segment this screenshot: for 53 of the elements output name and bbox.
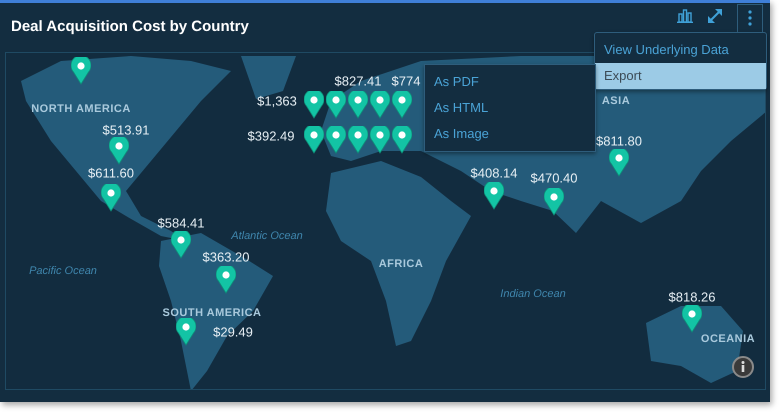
- map-pin-icon[interactable]: [71, 57, 91, 85]
- map-pin-icon[interactable]: [304, 126, 324, 154]
- expand-icon[interactable]: [707, 8, 723, 24]
- value-label: $818.26: [668, 290, 716, 304]
- value-label: $774: [392, 74, 420, 88]
- map-pin-icon[interactable]: [392, 91, 412, 119]
- map-pin-icon[interactable]: [682, 305, 702, 333]
- value-label: $827.41: [334, 74, 382, 88]
- map-pin-icon[interactable]: [609, 149, 629, 177]
- map-pin-icon[interactable]: [326, 126, 346, 154]
- ocean-label: Indian Ocean: [500, 288, 566, 300]
- map-pin-icon[interactable]: [370, 126, 390, 154]
- ocean-label: Pacific Ocean: [29, 265, 97, 277]
- value-label: $363.20: [202, 250, 250, 264]
- map-pin-icon[interactable]: [392, 126, 412, 154]
- value-label: $1,363: [257, 94, 297, 108]
- continent-label: SOUTH AMERICA: [162, 307, 262, 319]
- bar-chart-icon[interactable]: [677, 8, 693, 22]
- map-pin-icon[interactable]: [216, 266, 236, 294]
- value-label: $392.49: [248, 128, 294, 144]
- value-label: $29.49: [213, 324, 253, 340]
- map-pin-icon[interactable]: [370, 91, 390, 119]
- widget-title: Deal Acquisition Cost by Country: [11, 18, 250, 35]
- value-label: $584.41: [158, 216, 204, 230]
- menu-item[interactable]: As HTML: [425, 95, 595, 121]
- map-pin-icon[interactable]: [348, 91, 368, 119]
- value-label: $408.14: [470, 166, 518, 180]
- value-label: $811.80: [596, 134, 642, 148]
- more-options-button[interactable]: [737, 4, 763, 32]
- continent-label: ASIA: [602, 95, 630, 107]
- map-pin-icon[interactable]: [101, 184, 121, 212]
- value-label: $513.91: [102, 122, 150, 138]
- continent-label: OCEANIA: [700, 333, 756, 345]
- map-pin-icon[interactable]: [326, 91, 346, 119]
- kebab-icon: [748, 10, 752, 26]
- map-pin-icon[interactable]: [304, 91, 324, 119]
- menu-item[interactable]: As PDF: [425, 69, 595, 95]
- map-pin-icon[interactable]: [171, 231, 191, 259]
- value-label: $611.60: [88, 166, 134, 180]
- info-button[interactable]: [731, 355, 755, 379]
- map-pin-icon[interactable]: [109, 137, 129, 165]
- menu-item[interactable]: View Underlying Data: [595, 37, 766, 63]
- value-label: $470.40: [530, 170, 578, 186]
- continent-label: NORTH AMERICA: [31, 103, 131, 115]
- ocean-label: Atlantic Ocean: [231, 230, 303, 242]
- map-pin-icon[interactable]: [176, 318, 196, 346]
- menu-item[interactable]: Export: [595, 63, 766, 89]
- menu-item[interactable]: As Image: [425, 121, 595, 147]
- info-icon: [732, 356, 754, 378]
- map-pin-icon[interactable]: [544, 188, 564, 216]
- continent-label: AFRICA: [378, 258, 424, 270]
- map-pin-icon[interactable]: [484, 182, 504, 210]
- map-pin-icon[interactable]: [348, 126, 368, 154]
